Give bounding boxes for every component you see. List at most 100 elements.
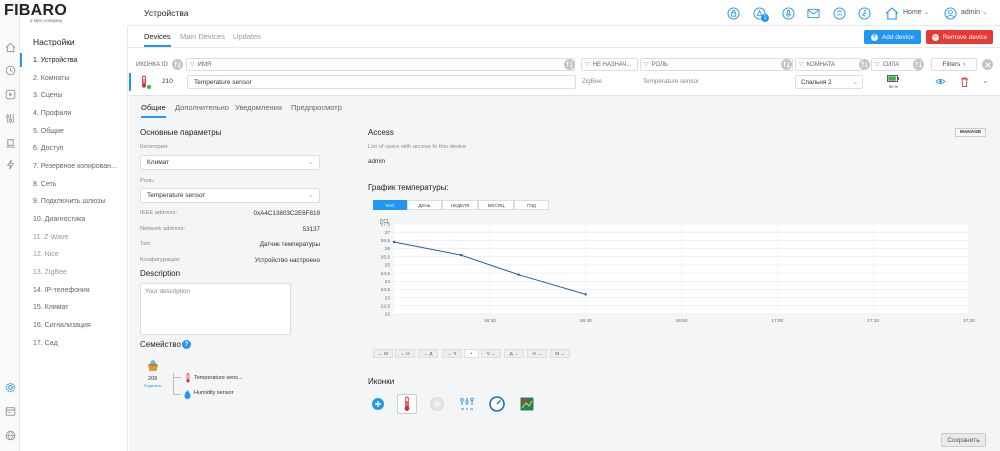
sort-icon[interactable] <box>913 59 924 70</box>
child-device-1[interactable]: Temperature sens... <box>194 375 243 381</box>
sidebar-item-network[interactable]: 8. Сеть <box>20 177 127 191</box>
help-icon[interactable]: ? <box>182 340 191 349</box>
device-icon[interactable] <box>3 135 17 149</box>
tab-notifications[interactable]: Уведомления <box>235 103 282 112</box>
home-header-icon[interactable] <box>885 6 899 20</box>
nav-back-month[interactable]: ← М <box>373 349 393 358</box>
nav-fwd-month[interactable]: М → <box>550 349 570 358</box>
weather-circle-icon[interactable] <box>832 6 846 20</box>
manage-access-button[interactable]: MANAGE <box>955 128 986 137</box>
filter-room[interactable]: ▽ КОМНАТА <box>795 58 862 71</box>
mail-icon[interactable] <box>806 6 820 20</box>
user-menu[interactable]: admin ⌄ <box>961 8 988 16</box>
sidebar-item-scenes[interactable]: 3. Сцены <box>20 88 127 102</box>
dashboard-icon[interactable] <box>3 404 17 418</box>
minus-icon: − <box>931 33 939 41</box>
microphone-icon[interactable] <box>781 6 795 20</box>
clock-icon[interactable] <box>3 63 17 77</box>
sidebar-item-general[interactable]: 5. Общие <box>20 124 127 138</box>
settings-gear-icon[interactable] <box>3 380 17 394</box>
clear-filters-icon[interactable] <box>982 59 993 70</box>
nav-fwd-hour[interactable]: Ч → <box>481 349 501 358</box>
sidebar-item-gateways[interactable]: 9. Подключить шлюзы <box>20 194 127 208</box>
tab-updates[interactable]: Updates <box>233 32 261 41</box>
sidebar-item-access[interactable]: 6. Доступ <box>20 141 127 155</box>
icon-thermometer-option[interactable] <box>397 394 417 414</box>
filters-button[interactable]: Filters › <box>931 58 977 71</box>
nav-back-day[interactable]: ← Д <box>418 349 438 358</box>
nav-now[interactable]: • <box>464 349 479 358</box>
add-device-button[interactable]: + Add device <box>864 30 921 44</box>
sidebar-item-zigbee[interactable]: 13. ZigBee <box>20 265 127 279</box>
range-day-button[interactable]: ДЕНЬ <box>407 200 442 210</box>
nav-fwd-day[interactable]: Д → <box>504 349 524 358</box>
filter-unassigned[interactable]: ▽ НЕ НАЗНАЧ... <box>581 58 638 71</box>
sort-icon[interactable] <box>172 59 183 70</box>
home-selector[interactable]: Home ⌄ <box>903 8 930 16</box>
parent-label[interactable]: Родитель <box>144 383 162 388</box>
chevron-down-icon: ⌄ <box>852 78 858 86</box>
child-device-2[interactable]: Humidity sensor <box>194 390 233 396</box>
nav-back-week[interactable]: ← Н <box>395 349 415 358</box>
tab-devices[interactable]: Devices <box>144 32 171 47</box>
filter-row: ИКОНКА ID ▽ ИМЯ ▽ НЕ НАЗНАЧ... ▽ РОЛЬ ▽ КОМН… <box>129 56 1000 73</box>
description-textarea[interactable]: Your description <box>140 283 291 335</box>
filter-label: СИЛА <box>882 61 900 68</box>
icon-image-option[interactable] <box>517 394 537 414</box>
role-select[interactable]: Temperature sensor ⌄ <box>140 188 320 203</box>
sidebar-item-profiles[interactable]: 4. Профили <box>20 106 127 120</box>
device-row[interactable]: 210 Temperature sensor ZigBee Temperatur… <box>129 73 1000 91</box>
home-icon[interactable] <box>3 40 17 54</box>
tab-main-devices[interactable]: Main Devices <box>180 32 225 41</box>
play-icon[interactable] <box>3 87 17 101</box>
icon-sensor-option[interactable] <box>427 394 447 414</box>
sidebar-item-label: 4. Профили <box>33 109 72 117</box>
lock-circle-icon[interactable] <box>726 6 740 20</box>
save-button[interactable]: Сохранить <box>941 433 986 447</box>
tab-preview[interactable]: Предпросмотр <box>291 103 342 112</box>
sliders-icon[interactable] <box>3 111 17 125</box>
eye-icon[interactable] <box>935 78 946 87</box>
running-man-icon[interactable] <box>857 6 871 20</box>
sidebar-item-voip[interactable]: 14. IP-телефония <box>20 283 127 297</box>
tab-general[interactable]: Общие <box>141 103 166 118</box>
globe-icon[interactable] <box>3 428 17 442</box>
sidebar-item-garden[interactable]: 17. Сад <box>20 336 127 350</box>
chart-y-tick-label: 27.5 <box>381 222 391 228</box>
category-select[interactable]: Климат ⌄ <box>140 155 320 170</box>
range-month-button[interactable]: МЕСЯЦ <box>478 200 514 210</box>
sidebar-item-diagnostics[interactable]: 10. Диагностика <box>20 212 127 226</box>
trash-icon[interactable] <box>960 77 969 89</box>
sidebar-item-backup[interactable]: 7. Резервное копирован... <box>20 159 127 173</box>
sidebar-item-alarm[interactable]: 16. Сигнализация <box>20 318 127 332</box>
nav-fwd-week[interactable]: Н → <box>527 349 547 358</box>
alarm-circle-icon[interactable]: 1 <box>752 6 769 22</box>
sort-icon[interactable] <box>564 59 575 70</box>
user-avatar-icon[interactable] <box>943 6 957 20</box>
room-select-value: Спальня 2 <box>801 78 832 86</box>
icon-climate-option[interactable] <box>457 394 477 414</box>
range-year-button[interactable]: ГОД <box>514 200 549 210</box>
room-select[interactable]: Спальня 2 ⌄ <box>795 75 863 89</box>
tab-advanced[interactable]: Дополнительно <box>175 103 229 112</box>
lightning-icon[interactable] <box>3 157 17 171</box>
expand-chevron-icon[interactable]: ⌄ <box>982 76 989 85</box>
sidebar-item-zwave[interactable]: 11. Z-Wave <box>20 230 127 244</box>
sort-icon[interactable] <box>859 59 870 70</box>
sidebar-item-devices[interactable]: 1. Устройства <box>20 53 127 67</box>
nav-back-hour[interactable]: ← Ч <box>442 349 462 358</box>
remove-device-button[interactable]: − Remove device <box>926 30 993 44</box>
filter-icon-id[interactable]: ИКОНКА ID <box>133 58 171 71</box>
sidebar-item-climate[interactable]: 15. Климат <box>20 300 127 314</box>
add-icon-button[interactable] <box>368 394 388 414</box>
filter-name-input[interactable]: ▽ ИМЯ <box>186 58 575 71</box>
range-week-button[interactable]: НЕДЕЛЯ <box>442 200 478 210</box>
sidebar-item-nice[interactable]: 12. Nice <box>20 247 127 261</box>
sort-icon[interactable] <box>781 59 792 70</box>
icon-gauge-option[interactable] <box>487 394 507 414</box>
chevron-down-icon: ⌄ <box>982 9 988 16</box>
device-name-input[interactable]: Temperature sensor <box>187 75 576 89</box>
sidebar-item-rooms[interactable]: 2. Комнаты <box>20 71 127 85</box>
filter-role-input[interactable]: ▽ РОЛЬ <box>640 58 793 71</box>
range-hour-button[interactable]: ЧАС <box>373 200 407 210</box>
